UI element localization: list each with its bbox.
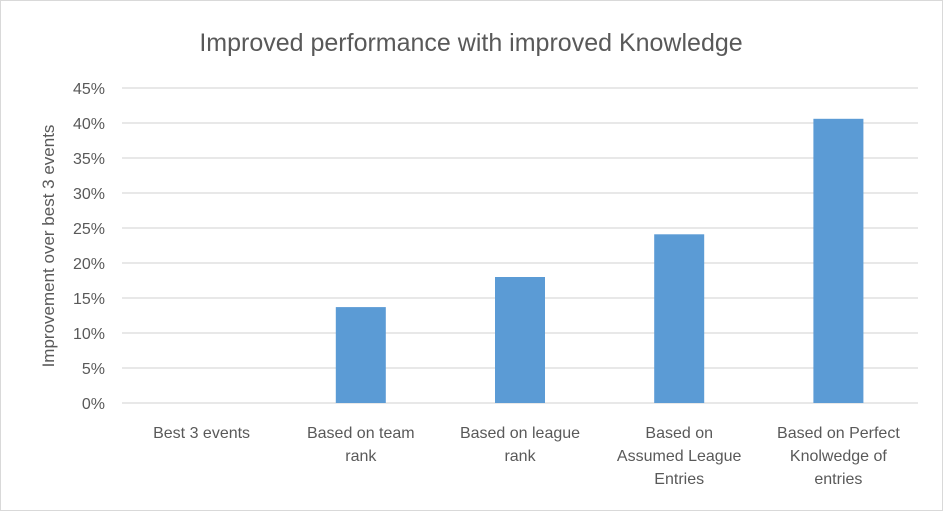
x-tick-label: Based on Perfect Knolwedge of entries [777, 425, 900, 488]
bar [654, 234, 705, 403]
y-tick-label: 25% [73, 221, 105, 238]
y-tick-label: 0% [82, 396, 105, 413]
y-tick-label: 45% [73, 81, 105, 98]
y-axis-label: Improvement over best 3 events [39, 125, 58, 368]
chart-title: Improved performance with improved Knowl… [199, 29, 742, 57]
y-tick-label: 20% [73, 256, 105, 273]
y-tick-label: 10% [73, 326, 105, 343]
x-tick-label: Based on team rank [307, 425, 415, 465]
x-tick-label: Best 3 events [153, 425, 250, 442]
y-tick-label: 5% [82, 361, 105, 378]
y-tick-label: 30% [73, 186, 105, 203]
chart-container: Improved performance with improved Knowl… [0, 0, 943, 511]
bar [495, 277, 545, 403]
x-tick-label: Based on Assumed League Entries [617, 425, 742, 488]
x-tick-label: Based on league rank [460, 425, 580, 465]
y-tick-label: 15% [73, 291, 105, 308]
bar [335, 307, 386, 403]
y-tick-label: 40% [73, 116, 105, 133]
y-tick-label: 35% [73, 151, 105, 168]
bar-chart: Improved performance with improved Knowl… [39, 29, 918, 488]
bar [813, 118, 864, 404]
